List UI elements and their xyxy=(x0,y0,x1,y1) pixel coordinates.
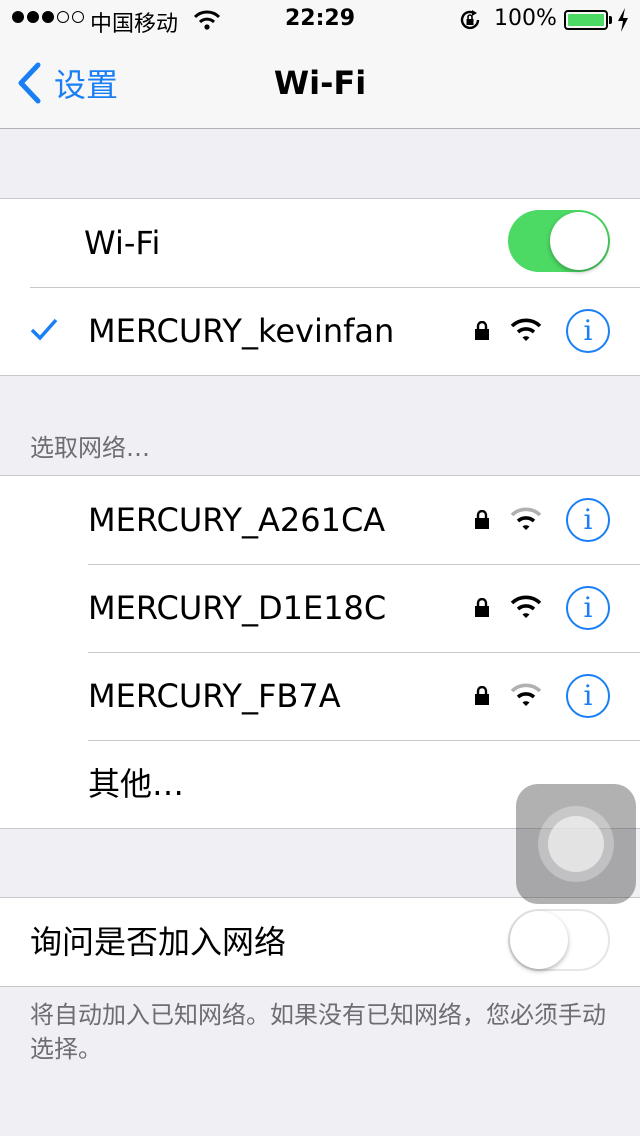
ask-join-group: 询问是否加入网络 xyxy=(0,897,640,987)
rotation-lock-icon xyxy=(458,8,482,38)
assistive-touch-button[interactable] xyxy=(516,784,636,904)
network-row[interactable]: MERCURY_D1E18C i xyxy=(0,564,640,652)
ask-join-toggle[interactable] xyxy=(508,909,610,971)
lock-icon xyxy=(474,509,490,534)
wifi-signal-icon xyxy=(510,506,542,536)
section-header: 选取网络… xyxy=(30,434,150,462)
connected-network-row[interactable]: MERCURY_kevinfan i xyxy=(0,287,640,375)
lock-icon xyxy=(474,685,490,710)
other-network-label: 其他… xyxy=(88,765,185,803)
lock-icon xyxy=(474,320,490,345)
lock-icon xyxy=(474,597,490,622)
wifi-toggle-label: Wi-Fi xyxy=(84,224,161,262)
charging-bolt-icon xyxy=(617,8,629,38)
info-button[interactable]: i xyxy=(566,674,610,718)
checkmark-icon xyxy=(30,317,58,345)
battery-icon xyxy=(564,10,608,30)
wifi-signal-icon xyxy=(510,317,542,347)
ask-join-row: 询问是否加入网络 xyxy=(0,898,640,986)
network-name: MERCURY_A261CA xyxy=(88,501,386,539)
network-row[interactable]: MERCURY_A261CA i xyxy=(0,476,640,564)
info-button[interactable]: i xyxy=(566,498,610,542)
wifi-settings-group: Wi-Fi MERCURY_kevinfan i xyxy=(0,198,640,376)
network-name: MERCURY_FB7A xyxy=(88,677,341,715)
page-title: Wi-Fi xyxy=(273,64,367,102)
ask-join-footer: 将自动加入已知网络。如果没有已知网络，您必须手动选择。 xyxy=(30,1001,606,1063)
network-list: MERCURY_A261CA i MERCURY_D1E18C i MERCUR… xyxy=(0,475,640,829)
battery-percent: 100% xyxy=(494,6,557,31)
wifi-signal-icon xyxy=(510,682,542,712)
status-bar: 中国移动 22:29 100% xyxy=(0,0,640,40)
info-button[interactable]: i xyxy=(566,586,610,630)
wifi-toggle-row: Wi-Fi xyxy=(0,199,640,287)
wifi-toggle[interactable] xyxy=(508,210,610,272)
connected-network-name: MERCURY_kevinfan xyxy=(88,312,395,350)
top-bar: 中国移动 22:29 100% 设置 Wi-Fi xyxy=(0,0,640,129)
network-row[interactable]: MERCURY_FB7A i xyxy=(0,652,640,740)
ask-join-label: 询问是否加入网络 xyxy=(30,923,287,961)
wifi-signal-icon xyxy=(510,594,542,624)
network-name: MERCURY_D1E18C xyxy=(88,589,387,627)
info-button[interactable]: i xyxy=(566,309,610,353)
